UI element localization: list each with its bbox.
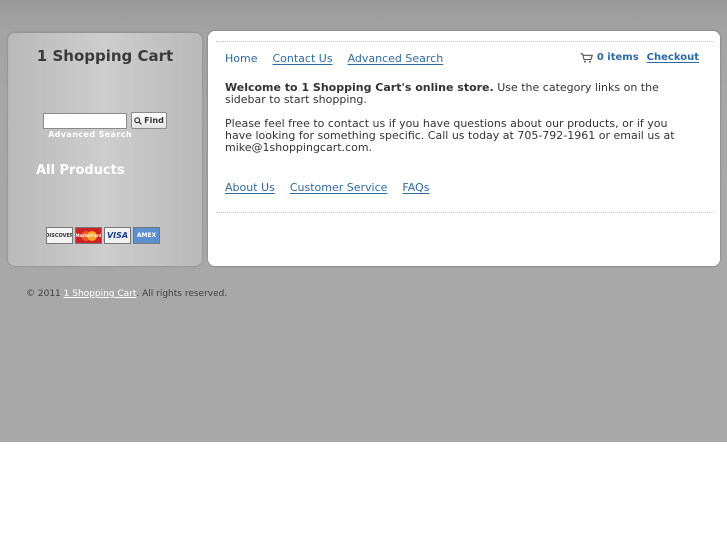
- divider: [216, 41, 714, 42]
- advanced-search-link-sidebar[interactable]: Advanced Search: [8, 130, 172, 139]
- magnifier-icon: [134, 116, 143, 125]
- category-all-products[interactable]: All Products: [36, 163, 125, 178]
- cart-summary: 0 items Checkout: [580, 52, 699, 63]
- contact-text: Please feel free to contact us if you ha…: [225, 117, 675, 154]
- nav-advanced-search[interactable]: Advanced Search: [348, 52, 444, 65]
- discover-card-icon: DISCOVER: [46, 227, 73, 244]
- mastercard-label: MasterCard: [75, 233, 102, 238]
- link-faqs[interactable]: FAQs: [402, 181, 429, 194]
- footer-site-link[interactable]: 1 Shopping Cart: [64, 289, 137, 299]
- find-button-label: Find: [144, 116, 164, 125]
- link-customer-service[interactable]: Customer Service: [290, 181, 388, 194]
- sidebar: 1 Shopping Cart Find Advanced Search All…: [8, 33, 202, 266]
- footer: © 2011 1 Shopping Cart. All rights reser…: [26, 289, 227, 299]
- cart-count[interactable]: 0 items: [597, 52, 639, 63]
- amex-card-icon: AMEX: [133, 227, 160, 244]
- payment-cards: DISCOVER MasterCard VISA AMEX: [46, 227, 160, 244]
- mastercard-icon: MasterCard: [75, 227, 102, 244]
- search-input[interactable]: [43, 113, 127, 129]
- visa-card-icon: VISA: [104, 227, 131, 244]
- site-title: 1 Shopping Cart: [36, 47, 174, 65]
- welcome-text: Welcome to 1 Shopping Cart's online stor…: [225, 82, 695, 106]
- divider: [216, 212, 714, 213]
- find-button[interactable]: Find: [131, 112, 167, 129]
- link-about-us[interactable]: About Us: [225, 181, 275, 194]
- nav-home[interactable]: Home: [225, 52, 257, 65]
- footer-prefix: © 2011: [26, 289, 64, 299]
- top-nav: Home Contact Us Advanced Search: [225, 52, 443, 65]
- cart-icon[interactable]: [580, 52, 593, 63]
- main-content: Home Contact Us Advanced Search 0 items …: [208, 31, 720, 266]
- checkout-link[interactable]: Checkout: [647, 52, 699, 63]
- nav-contact-us[interactable]: Contact Us: [272, 52, 332, 65]
- info-links: About Us Customer Service FAQs: [225, 181, 429, 194]
- footer-suffix: . All rights reserved.: [136, 289, 228, 299]
